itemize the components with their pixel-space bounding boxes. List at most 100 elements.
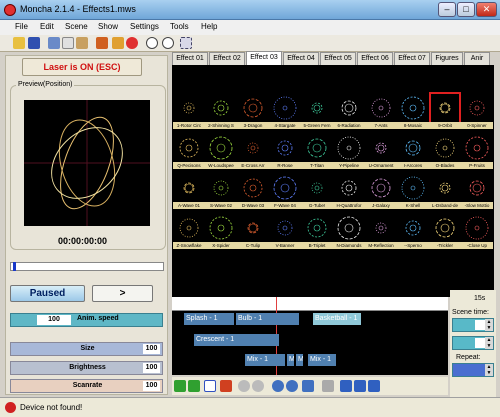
effect-thumbnail[interactable]: T-Titan	[301, 133, 333, 170]
effect-thumbnail[interactable]: Y-Pipeline	[333, 133, 365, 170]
cut-icon[interactable]	[48, 37, 60, 49]
tab-effect-02[interactable]: Effect 02	[209, 52, 245, 65]
record-stop-icon[interactable]	[220, 380, 232, 392]
scene-time-spinner-2[interactable]: ▲ ▼	[452, 336, 494, 350]
rewind-icon[interactable]	[238, 380, 250, 392]
tab-effect-06[interactable]: Effect 06	[357, 52, 393, 65]
scene-time-spinner[interactable]: ▲ ▼	[452, 318, 494, 332]
effect-thumbnail[interactable]: U-Ornament	[365, 133, 397, 170]
play-button[interactable]: >	[92, 285, 153, 302]
effect-thumbnail[interactable]: L-Dsband-de	[429, 173, 461, 210]
menu-help[interactable]: Help	[201, 22, 217, 31]
play-icon[interactable]	[174, 380, 186, 392]
effect-thumbnail[interactable]: S-Wave 02	[205, 173, 237, 210]
effect-thumbnail[interactable]: M-Reflection	[365, 213, 397, 250]
effect-thumbnail[interactable]: F-Wave 04	[269, 173, 301, 210]
menu-file[interactable]: File	[15, 22, 28, 31]
clip-splash[interactable]: Splash - 1	[184, 313, 234, 325]
effect-thumbnail[interactable]: 5-Green Fern	[301, 93, 333, 130]
effect-thumbnail[interactable]: 6-Radiation	[333, 93, 365, 130]
repeat-arrows-icon[interactable]: ▲ ▼	[485, 364, 493, 376]
effect-thumbnail[interactable]: D-Wave 03	[237, 173, 269, 210]
zoom-fit-icon[interactable]	[302, 380, 314, 392]
zoom-out-icon[interactable]	[286, 380, 298, 392]
scene-time-arrows-icon[interactable]: ▲ ▼	[485, 319, 493, 331]
maximize-button[interactable]: □	[457, 2, 475, 17]
effect-thumbnail[interactable]: J-Galaxy	[365, 173, 397, 210]
step-icon[interactable]	[188, 380, 200, 392]
save-icon[interactable]	[28, 37, 40, 49]
effect-thumbnail[interactable]: 0-Spinner	[461, 93, 493, 130]
open-icon[interactable]	[13, 37, 25, 49]
scene-time-field[interactable]	[475, 320, 485, 330]
effect-thumbnail[interactable]: C-Tulip	[237, 213, 269, 250]
copy-icon[interactable]	[62, 37, 74, 49]
effect-thumbnail[interactable]: Z-Snowflake	[173, 213, 205, 250]
effect-thumbnail[interactable]: W-Loudspee	[205, 133, 237, 170]
clip-mix-2[interactable]: Mix - 1	[308, 354, 336, 366]
menu-settings[interactable]: Settings	[130, 22, 159, 31]
effect-thumbnail[interactable]: 4-Stargate	[269, 93, 301, 130]
effect-thumbnail[interactable]: V-Banner	[269, 213, 301, 250]
zoom-in-icon[interactable]	[272, 380, 284, 392]
effect-thumbnail[interactable]: 7-Ants	[365, 93, 397, 130]
effect-thumbnail[interactable]: N-Diamonds	[333, 213, 365, 250]
brightness-value[interactable]: 100	[143, 363, 160, 373]
move-icon[interactable]	[96, 37, 108, 49]
position-slider-thumb[interactable]	[13, 262, 16, 271]
tab-effect-03[interactable]: Effect 03	[246, 51, 282, 65]
clip-m-2[interactable]: M	[296, 354, 303, 366]
effect-thumbnail[interactable]: 9-Orbit	[429, 92, 461, 130]
effect-thumbnail[interactable]: Q-Pecisons	[173, 133, 205, 170]
clip-basketball[interactable]: Basketball - 1	[313, 313, 361, 325]
effect-thumbnail[interactable]: G-Tube!	[301, 173, 333, 210]
effect-thumbnail[interactable]: K-Shell	[397, 173, 429, 210]
layer-down-icon[interactable]	[354, 380, 366, 392]
effect-thumbnail[interactable]: --Sperno	[397, 213, 429, 250]
menu-tools[interactable]: Tools	[170, 22, 189, 31]
repeat-spinner[interactable]: ▲ ▼	[452, 363, 494, 377]
effect-thumbnail[interactable]: O-Blades	[429, 133, 461, 170]
paste-icon[interactable]	[76, 37, 88, 49]
brightness-slider[interactable]: Brightness 100	[10, 361, 163, 375]
pen-icon[interactable]	[112, 37, 124, 49]
stop-icon[interactable]	[126, 37, 138, 49]
scanrate-slider[interactable]: Scanrate 100	[10, 379, 163, 393]
layer-merge-icon[interactable]	[368, 380, 380, 392]
effect-thumbnail[interactable]: 8-Mosaic	[397, 93, 429, 130]
menu-show[interactable]: Show	[98, 22, 118, 31]
loop-icon[interactable]	[322, 380, 334, 392]
effect-thumbnail[interactable]: -Close Up	[461, 213, 493, 250]
anim-speed-slider[interactable]: 100 Anim. speed	[10, 313, 163, 327]
menu-edit[interactable]: Edit	[40, 22, 54, 31]
layer-up-icon[interactable]	[340, 380, 352, 392]
minimize-button[interactable]: –	[438, 2, 456, 17]
effect-thumbnail[interactable]: I-Arcores	[397, 133, 429, 170]
effect-thumbnail[interactable]: B-Triplet	[301, 213, 333, 250]
effect-thumbnail[interactable]: P-Fruits	[461, 133, 493, 170]
clip-bulb[interactable]: Bulb - 1	[236, 313, 299, 325]
scanrate-value[interactable]: 100	[143, 381, 160, 391]
tab-effect-04[interactable]: Effect 04	[283, 52, 319, 65]
timer-icon[interactable]	[162, 37, 174, 49]
effect-thumbnail[interactable]: A-Wave 01	[173, 173, 205, 210]
tab-effect-07[interactable]: Effect 07	[394, 52, 430, 65]
clip-m-1[interactable]: M	[287, 354, 294, 366]
close-button[interactable]: ✕	[476, 2, 497, 17]
clip-crescent[interactable]: Crescent - 1	[194, 334, 279, 346]
tab-figures[interactable]: Figures	[431, 52, 463, 65]
size-slider[interactable]: Size 100	[10, 342, 163, 356]
tab-animations[interactable]: Anir	[464, 52, 490, 65]
scene-time-field-2[interactable]	[475, 338, 485, 348]
tab-effect-05[interactable]: Effect 05	[320, 52, 356, 65]
forward-icon[interactable]	[252, 380, 264, 392]
effect-thumbnail[interactable]: R-Rose	[269, 133, 301, 170]
position-slider[interactable]	[10, 262, 164, 271]
clock-icon[interactable]	[146, 37, 158, 49]
paused-button[interactable]: Paused	[10, 285, 85, 302]
fullscreen-icon[interactable]	[180, 37, 192, 49]
clip-mix-1[interactable]: Mix - 1	[245, 354, 285, 366]
effect-thumbnail[interactable]: 3-Dragon	[237, 93, 269, 130]
pause-icon[interactable]	[204, 380, 216, 392]
effect-thumbnail[interactable]: H-Quattrofor	[333, 173, 365, 210]
